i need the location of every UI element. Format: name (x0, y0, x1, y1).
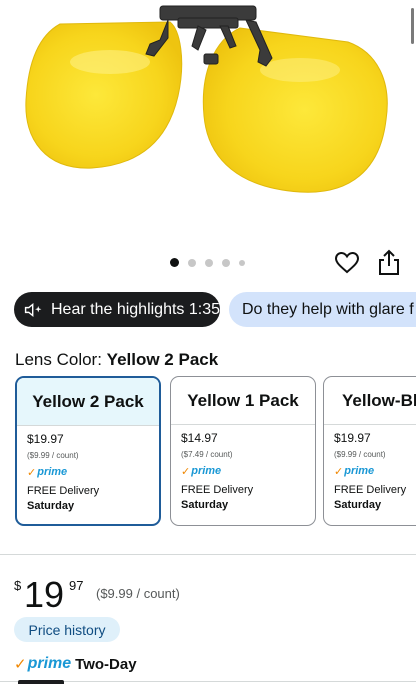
question-chip-label: Do they help with glare f (242, 300, 414, 318)
sunglasses-image (25, 5, 388, 193)
heart-icon[interactable] (334, 250, 360, 276)
carousel-dots[interactable] (170, 258, 245, 267)
prime-badge: ✓ prime (27, 466, 159, 479)
variant-name: Yellow-Bl (324, 377, 416, 425)
hear-highlights-chip[interactable]: Hear the highlights 1:35 (14, 292, 220, 327)
hear-highlights-label: Hear the highlights 1:35 (51, 300, 220, 318)
price-history-button[interactable]: Price history (14, 617, 120, 642)
section-divider (0, 554, 416, 555)
variant-name: Yellow 2 Pack (17, 378, 159, 426)
share-icon[interactable] (376, 249, 402, 277)
speaker-sparkle-icon (24, 302, 42, 317)
prime-label: prime (191, 465, 222, 477)
variant-unit-price: ($9.99 / count) (27, 451, 79, 460)
carousel-dot[interactable] (188, 258, 196, 267)
carousel-dot[interactable] (205, 258, 213, 267)
chip-row: Hear the highlights 1:35 Do they help wi… (0, 292, 416, 328)
variant-name: Yellow 1 Pack (171, 377, 315, 425)
prime-label: prime (37, 466, 68, 478)
price-whole: 19 (24, 574, 65, 615)
prime-shipping: ✓ prime Two-Day (14, 654, 137, 674)
prime-check-icon: ✓ (14, 656, 27, 673)
price-per-unit: ($9.99 / count) (96, 586, 180, 601)
variant-tile-yellow-2-pack[interactable]: Yellow 2 Pack $19.97 ($9.99 / count) ✓ pr… (15, 376, 161, 526)
prime-check-icon: ✓ (27, 466, 37, 479)
price-currency: $ (14, 578, 22, 593)
question-chip[interactable]: Do they help with glare f (229, 292, 416, 327)
lens-color-value: Yellow 2 Pack (106, 350, 219, 369)
bottom-tab-indicator (18, 680, 64, 684)
variant-tile-yellow-1-pack[interactable]: Yellow 1 Pack $14.97 ($7.49 / count) ✓ pr… (170, 376, 316, 526)
carousel-dot[interactable] (222, 258, 230, 267)
variant-delivery: FREE Delivery (334, 484, 407, 496)
variant-tile-yellow-bl[interactable]: Yellow-Bl $19.97 ($9.99 / count) ✓ prime … (323, 376, 416, 526)
variant-price: $19.97 (27, 432, 64, 446)
lens-color-label: Lens Color: Yellow 2 Pack (15, 350, 218, 370)
prime-check-icon: ✓ (334, 465, 344, 478)
prime-badge: ✓ prime (334, 465, 416, 478)
lens-color-title: Lens Color: (15, 350, 107, 369)
shipping-speed: Two-Day (75, 655, 137, 673)
prime-badge: ✓ prime (181, 465, 315, 478)
prime-check-icon: ✓ (181, 465, 191, 478)
carousel-dot-active[interactable] (170, 258, 179, 267)
variant-unit-price: ($7.49 / count) (181, 450, 233, 459)
variant-delivery-day: Saturday (181, 499, 229, 511)
variant-price: $19.97 (334, 431, 371, 445)
variant-delivery: FREE Delivery (181, 484, 254, 496)
prime-logo: prime (27, 655, 72, 672)
carousel-dot[interactable] (239, 259, 245, 266)
variant-delivery-day: Saturday (334, 499, 382, 511)
product-image[interactable] (0, 0, 416, 232)
variant-delivery-day: Saturday (27, 500, 75, 512)
price-fraction: 97 (69, 578, 84, 593)
image-carousel-controls (0, 232, 416, 294)
variant-delivery: FREE Delivery (27, 485, 100, 497)
prime-label: prime (344, 465, 375, 477)
variant-price: $14.97 (181, 431, 218, 445)
scroll-indicator[interactable] (411, 8, 414, 44)
variant-selector: Yellow 2 Pack $19.97 ($9.99 / count) ✓ pr… (0, 376, 416, 528)
variant-unit-price: ($9.99 / count) (334, 450, 386, 459)
